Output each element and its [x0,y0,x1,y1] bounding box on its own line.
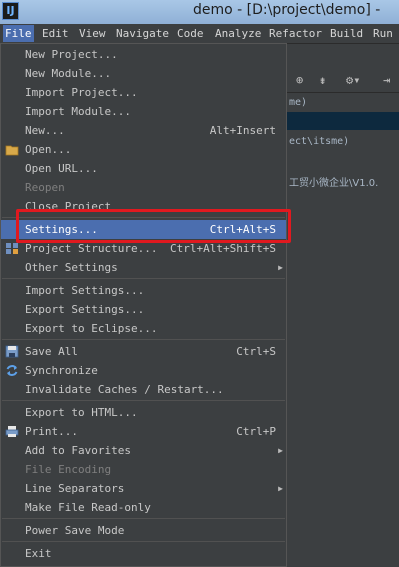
project-structure-icon [6,243,18,254]
menu-build[interactable]: Build [328,25,365,42]
menu-item-reopen[interactable]: Reopen [1,178,286,197]
tree-node-text[interactable]: me) [289,97,307,108]
menu-run[interactable]: Run [371,25,395,42]
menu-item-save-all[interactable]: Save All Ctrl+S [1,342,286,361]
printer-icon [5,426,19,437]
menu-item-export-to-eclipse[interactable]: Export to Eclipse... [1,319,286,338]
menu-item-import-settings[interactable]: Import Settings... [1,281,286,300]
menu-separator [2,339,285,340]
sync-icon [6,365,18,376]
menu-item-new-module[interactable]: New Module... [1,64,286,83]
folder-icon [5,145,19,156]
menu-item-file-encoding[interactable]: File Encoding [1,460,286,479]
tree-node-text[interactable]: 工贸小微企业\V1.0. [289,174,378,189]
hide-icon[interactable]: ⇥ [383,73,390,87]
title-bar: IJ demo - [D:\project\demo] - [0,0,399,24]
menu-view[interactable]: View [77,25,108,42]
menu-item-other-settings[interactable]: Other Settings ▶ [1,258,286,277]
submenu-arrow-icon: ▶ [278,446,283,455]
gear-icon[interactable]: ⚙▾ [346,73,360,87]
save-icon [5,345,19,358]
submenu-arrow-icon: ▶ [278,484,283,493]
window-title: demo - [D:\project\demo] - [193,2,381,18]
menu-analyze[interactable]: Analyze [213,25,263,42]
menu-navigate[interactable]: Navigate [114,25,171,42]
annotation-highlight-box [16,209,291,243]
menu-item-add-to-favorites[interactable]: Add to Favorites ▶ [1,441,286,460]
menu-item-new-project[interactable]: New Project... [1,45,286,64]
menu-item-import-module[interactable]: Import Module... [1,102,286,121]
tree-node-text[interactable]: ect\itsme) [289,136,349,147]
selected-tree-row[interactable] [287,112,399,130]
menu-item-line-separators[interactable]: Line Separators ▶ [1,479,286,498]
file-menu-dropdown: New Project... New Module... Import Proj… [0,43,287,567]
submenu-arrow-icon: ▶ [278,263,283,272]
menu-item-power-save-mode[interactable]: Power Save Mode [1,521,286,540]
target-icon[interactable]: ⊕ [296,73,303,87]
menu-item-export-settings[interactable]: Export Settings... [1,300,286,319]
menu-item-import-project[interactable]: Import Project... [1,83,286,102]
menu-code[interactable]: Code [175,25,206,42]
menu-bar: File Edit View Navigate Code Analyze Ref… [0,24,399,44]
menu-separator [2,278,285,279]
menu-item-open[interactable]: Open... [1,140,286,159]
menu-separator [2,518,285,519]
menu-refactor[interactable]: Refactor [267,25,324,42]
menu-item-invalidate-caches[interactable]: Invalidate Caches / Restart... [1,380,286,399]
menu-item-synchronize[interactable]: Synchronize [1,361,286,380]
menu-item-open-url[interactable]: Open URL... [1,159,286,178]
menu-item-export-to-html[interactable]: Export to HTML... [1,403,286,422]
menu-separator [2,400,285,401]
menu-file[interactable]: File [3,25,34,42]
menu-item-exit[interactable]: Exit [1,544,286,563]
collapse-icon[interactable]: ⇟ [319,73,326,87]
intellij-app-icon[interactable]: IJ [2,2,19,20]
menu-item-new[interactable]: New... Alt+Insert [1,121,286,140]
menu-item-print[interactable]: Print... Ctrl+P [1,422,286,441]
menu-separator [2,541,285,542]
menu-edit[interactable]: Edit [40,25,71,42]
project-tree-panel [287,93,399,567]
menu-item-make-file-read-only[interactable]: Make File Read-only [1,498,286,517]
